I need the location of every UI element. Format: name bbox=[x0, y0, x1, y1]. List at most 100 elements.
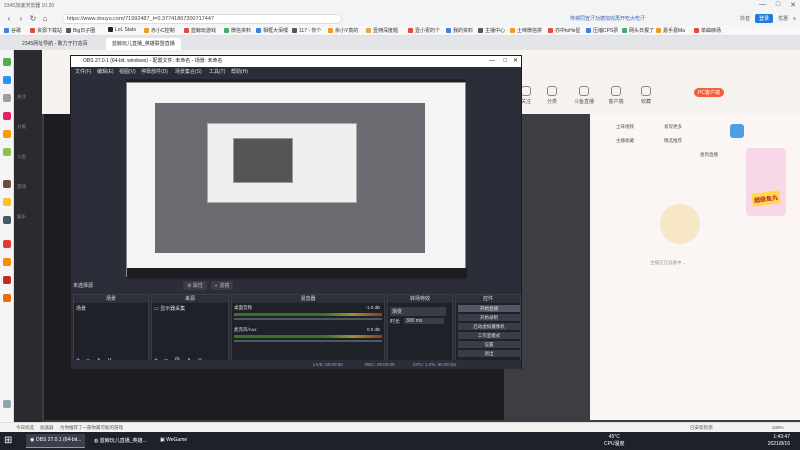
ext-douyin[interactable]: 抖音 bbox=[740, 15, 750, 22]
bookmark-item[interactable]: Big日子圈 bbox=[66, 27, 95, 34]
volume-slider[interactable] bbox=[234, 318, 382, 320]
obs-preview[interactable] bbox=[126, 79, 467, 279]
status-recommend[interactable]: 为你推荐了一部你最可能的游戏 bbox=[60, 425, 123, 431]
sidebar-app-icon[interactable] bbox=[3, 180, 11, 188]
status-zoom[interactable]: 100% bbox=[772, 425, 784, 430]
properties-button[interactable]: ⚙ 属性 bbox=[183, 281, 207, 290]
bookmark-item[interactable]: 亦中toHe星 bbox=[548, 27, 581, 34]
volume-slider[interactable] bbox=[234, 340, 382, 342]
status-install[interactable]: 已安装检测 bbox=[690, 425, 713, 431]
bookmark-item[interactable]: 谷歌 bbox=[4, 27, 21, 34]
scene-item[interactable]: 场景 bbox=[76, 305, 86, 312]
bird-icon[interactable] bbox=[730, 124, 744, 138]
menu-tools[interactable]: 工具(T) bbox=[209, 68, 225, 75]
transition-select[interactable]: 渐变 bbox=[390, 307, 446, 316]
menu-scene-collection[interactable]: 场景集合(S) bbox=[175, 68, 202, 75]
bookmark-item[interactable]: 嘉手嘉Ma bbox=[656, 27, 685, 34]
menu-docks[interactable]: 停靠部件(D) bbox=[141, 68, 168, 75]
bookmark-item[interactable]: 壹小祝的个 bbox=[408, 27, 440, 34]
virtual-camera-button[interactable]: 启动虚拟摄像机 bbox=[458, 323, 520, 330]
menu-file[interactable]: 文件(F) bbox=[75, 68, 91, 75]
bookmark-item[interactable]: 微信资料 bbox=[224, 27, 251, 34]
start-streaming-button[interactable]: 开始直播 bbox=[458, 305, 520, 312]
duration-field[interactable]: 300 ms bbox=[404, 318, 444, 324]
ext-deals[interactable]: 优惠 bbox=[778, 15, 788, 22]
close-icon[interactable]: ✕ bbox=[790, 1, 796, 9]
menu-edit[interactable]: 编辑(E) bbox=[97, 68, 114, 75]
task-obs[interactable]: ◉ OBS 27.0.1 (64-bit... bbox=[26, 434, 86, 448]
sidebar-app-icon[interactable] bbox=[3, 148, 11, 156]
bookmark-item[interactable]: 压缩CPS票 bbox=[586, 27, 618, 34]
promo-link[interactable]: 传祺同宣汗功德加完再开吃大吃汗 bbox=[570, 15, 645, 22]
forward-icon[interactable]: › bbox=[16, 14, 26, 24]
studio-mode-button[interactable]: 工作室模式 bbox=[458, 332, 520, 339]
right-item[interactable]: 精选推荐 bbox=[664, 138, 682, 144]
sidebar-app-icon[interactable] bbox=[3, 112, 11, 120]
sidebar-app-icon[interactable] bbox=[3, 198, 11, 206]
sidebar-app-icon[interactable] bbox=[3, 94, 11, 102]
back-icon[interactable]: ‹ bbox=[4, 14, 14, 24]
system-clock[interactable]: 1:43:47 2021/8/16 bbox=[768, 434, 790, 448]
status-picks[interactable]: 今日优选 bbox=[16, 425, 34, 431]
maximize-icon[interactable]: □ bbox=[776, 1, 780, 9]
menu-view[interactable]: 视图(V) bbox=[119, 68, 136, 75]
home-icon[interactable]: ⌂ bbox=[40, 14, 50, 24]
source-item[interactable]: ▭ 显示器采集 bbox=[154, 305, 185, 312]
right-item[interactable]: 土味视频 bbox=[616, 124, 634, 130]
bookmark-item[interactable]: LoL Stats bbox=[108, 27, 136, 33]
status-accel[interactable]: 加速器 bbox=[40, 425, 54, 431]
obs-maximize-icon[interactable]: □ bbox=[503, 56, 507, 67]
tab-douyu[interactable]: 蓝鲸玩儿直播_英雄联盟直播 bbox=[106, 38, 181, 50]
douyu-side-item[interactable]: 关注 bbox=[17, 94, 26, 100]
bookmark-item[interactable]: 余小Y真的 bbox=[328, 27, 358, 34]
sidebar-app-icon[interactable] bbox=[3, 130, 11, 138]
settings-button[interactable]: 设置 bbox=[458, 341, 520, 348]
windows-start-icon[interactable]: ⊞ bbox=[4, 435, 16, 447]
nav-client[interactable]: 客户端 bbox=[602, 86, 630, 105]
minimize-icon[interactable]: — bbox=[759, 1, 766, 9]
sidebar-app-icon[interactable] bbox=[3, 276, 11, 284]
bookmark-item[interactable]: 壹佣深度题 bbox=[366, 27, 398, 34]
bookmark-item[interactable]: 土味微信拼 bbox=[510, 27, 542, 34]
task-wegame[interactable]: ▣ WeGame bbox=[156, 434, 191, 448]
sidebar-app-icon[interactable] bbox=[3, 76, 11, 84]
douyu-side-item[interactable]: 娱乐 bbox=[17, 214, 26, 220]
gift-banner[interactable]: 超级鱼丸 bbox=[746, 148, 786, 216]
bookmark-item[interactable]: 网头日报了 bbox=[622, 27, 654, 34]
start-recording-button[interactable]: 开始录制 bbox=[458, 314, 520, 321]
pc-client-button[interactable]: PC客户端 bbox=[694, 88, 724, 97]
douyu-side-item[interactable]: 游戏 bbox=[17, 184, 26, 190]
bookmark-item[interactable]: 单曲映场 bbox=[694, 27, 721, 34]
douyu-side-item[interactable]: 斗鱼 bbox=[17, 154, 26, 160]
sidebar-app-icon[interactable] bbox=[3, 240, 11, 248]
sidebar-app-icon[interactable] bbox=[3, 294, 11, 302]
sidebar-app-icon[interactable] bbox=[3, 400, 11, 408]
bookmark-item[interactable]: 相框大佰嘿 bbox=[256, 27, 288, 34]
exit-button[interactable]: 退出 bbox=[458, 350, 520, 357]
filters-button[interactable]: ◐ 滤镜 bbox=[211, 281, 234, 290]
sidebar-app-icon[interactable] bbox=[3, 258, 11, 266]
nav-live[interactable]: 斗鱼直播 bbox=[570, 86, 598, 105]
right-item[interactable]: 主播收藏 bbox=[616, 138, 634, 144]
sidebar-app-icon[interactable] bbox=[3, 58, 11, 66]
tab-2345[interactable]: 2345网址导航 - 致力于打造百 bbox=[16, 38, 94, 50]
menu-icon[interactable]: ≡ bbox=[793, 16, 796, 22]
bookmark-item[interactable]: 117 - 你个 bbox=[292, 27, 321, 34]
bookmark-item[interactable]: 资源下载站 bbox=[30, 27, 62, 34]
douyu-side-item[interactable]: 分类 bbox=[17, 124, 26, 130]
nav-category[interactable]: 分类 bbox=[538, 86, 566, 105]
menu-help[interactable]: 帮助(H) bbox=[231, 68, 248, 75]
sidebar-app-icon[interactable] bbox=[3, 216, 11, 224]
bookmark-item[interactable]: 主播中心 bbox=[478, 27, 505, 34]
right-item[interactable]: 发现更多 bbox=[664, 124, 682, 130]
url-field[interactable]: https://www.douyu.com/71992487_t=0.37741… bbox=[62, 14, 342, 24]
bookmark-item[interactable]: 我的资料 bbox=[446, 27, 473, 34]
obs-minimize-icon[interactable]: — bbox=[489, 56, 495, 67]
nav-favorite[interactable]: 收藏 bbox=[632, 86, 660, 105]
task-browser[interactable]: ◍ 蓝鲸玩儿直播_英雄... bbox=[90, 434, 151, 448]
refresh-icon[interactable]: ↻ bbox=[28, 14, 38, 24]
right-item[interactable]: 壹到直播 bbox=[700, 152, 718, 158]
bookmark-item[interactable]: 赤小C控制 bbox=[144, 27, 175, 34]
bookmark-item[interactable]: 蓝鲸玩游戏 bbox=[184, 27, 216, 34]
obs-close-icon[interactable]: ✕ bbox=[513, 56, 518, 67]
